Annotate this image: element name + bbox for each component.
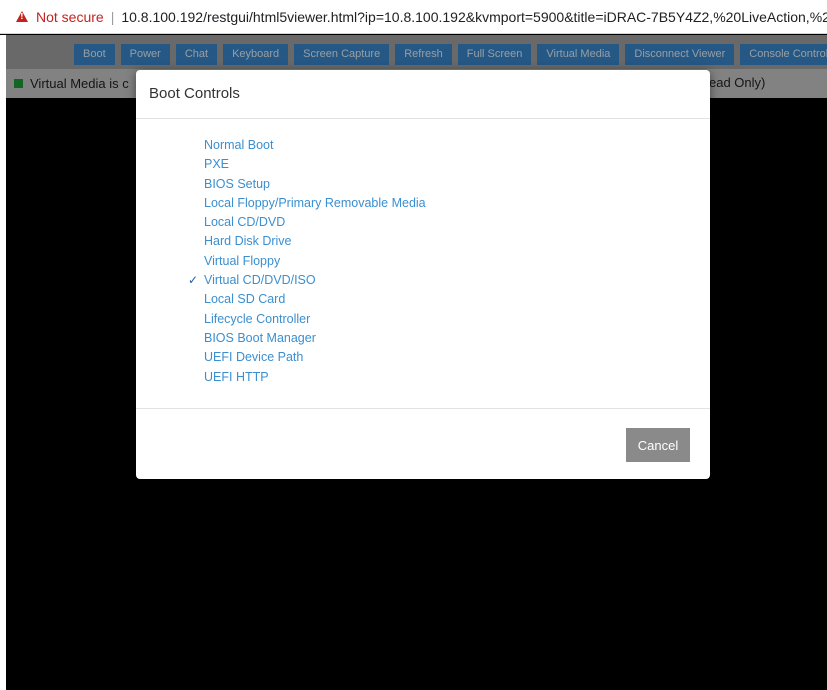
cancel-button[interactable]: Cancel <box>626 428 690 462</box>
security-indicator[interactable]: Not secure <box>36 9 104 25</box>
boot-option[interactable]: UEFI Device Path <box>204 348 426 367</box>
boot-option-label: Local Floppy/Primary Removable Media <box>204 195 426 210</box>
boot-option[interactable]: Local SD Card <box>204 290 426 309</box>
boot-option[interactable]: Virtual Floppy <box>204 252 426 271</box>
boot-option-label: Local SD Card <box>204 292 286 307</box>
checkmark-icon: ✓ <box>188 273 199 288</box>
boot-option-label: Normal Boot <box>204 138 274 152</box>
boot-option-label: UEFI HTTP <box>204 369 269 384</box>
boot-options-list: Normal Boot PXE BIOS Setup Local Floppy/Pri… <box>188 136 426 387</box>
boot-option-label: Virtual CD/DVD/ISO <box>204 273 316 288</box>
boot-option[interactable]: Normal Boot <box>204 136 426 155</box>
boot-option-label: Local CD/DVD <box>204 215 286 230</box>
boot-option[interactable]: PXE <box>204 155 426 174</box>
boot-option[interactable]: Local CD/DVD <box>204 213 426 232</box>
dialog-title: Boot Controls <box>149 85 240 102</box>
boot-option-label: UEFI Device Path <box>204 350 304 365</box>
divider <box>136 118 710 119</box>
boot-option-label: BIOS Setup <box>204 176 271 191</box>
boot-option[interactable]: Hard Disk Drive <box>204 232 426 251</box>
boot-option[interactable]: BIOS Boot Manager <box>204 329 426 348</box>
boot-option-label: Virtual Floppy <box>204 253 281 268</box>
boot-option[interactable]: BIOS Setup <box>204 175 426 194</box>
boot-option[interactable]: UEFI HTTP <box>204 368 426 387</box>
boot-option[interactable]: Lifecycle Controller <box>204 310 426 329</box>
boot-option-label: Hard Disk Drive <box>204 234 292 249</box>
boot-controls-dialog: Boot Controls Normal Boot PXE BIOS Setup Lo… <box>136 70 710 479</box>
boot-option[interactable]: Local Floppy/Primary Removable Media <box>204 194 426 213</box>
boot-option-label: PXE <box>204 157 230 172</box>
boot-option[interactable]: ✓ Virtual CD/DVD/ISO <box>188 271 426 290</box>
address-separator: | <box>110 8 115 25</box>
boot-option-label: Lifecycle Controller <box>204 311 311 326</box>
boot-option-label: BIOS Boot Manager <box>204 330 316 345</box>
address-bar[interactable]: Not secure | 10.8.100.192/restgui/html5v… <box>0 0 827 34</box>
warning-icon <box>16 11 28 22</box>
divider <box>136 408 710 409</box>
url-text[interactable]: 10.8.100.192/restgui/html5viewer.html?ip… <box>121 9 827 25</box>
